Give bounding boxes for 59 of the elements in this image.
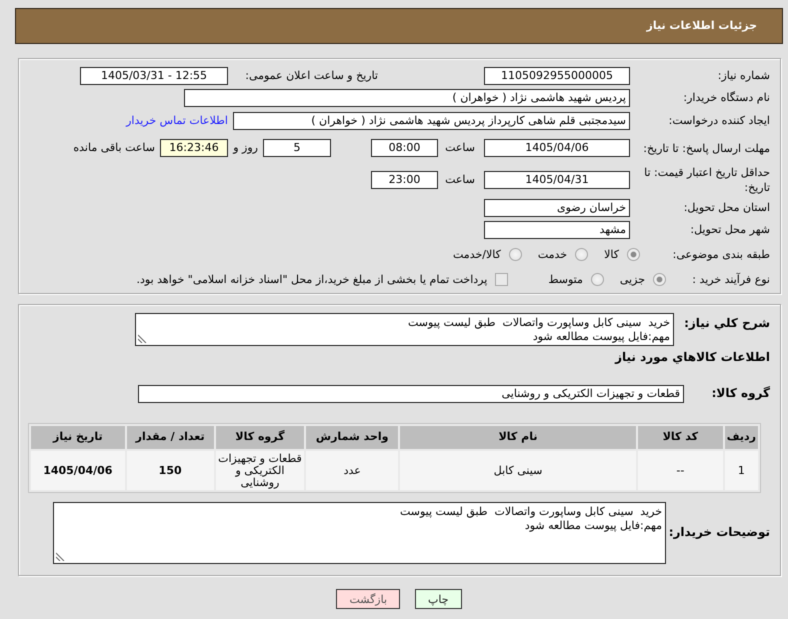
field-label: گروه کالا: xyxy=(710,386,770,402)
radio-label: خدمت xyxy=(538,248,568,262)
time-label: ساعت xyxy=(444,140,475,156)
section-title: اطلاعات كالاهاي مورد نياز xyxy=(615,349,770,365)
resize-grip-icon[interactable] xyxy=(56,552,65,561)
time-field[interactable]: 23:00 xyxy=(371,171,438,189)
table-cell: سینی کابل xyxy=(400,451,636,490)
field-label: شماره نیاز: xyxy=(716,68,770,84)
requester-field[interactable]: سیدمجتبی قلم شاهی کارپرداز پردیس شهید هاشمی نژاد ( خواهران ) xyxy=(233,112,630,130)
province-field[interactable]: خراسان رضوی xyxy=(484,199,630,217)
column-header: تاریخ نیاز xyxy=(31,426,125,449)
remaining-time-field[interactable]: 16:23:46 xyxy=(160,139,228,157)
table-cell: 1405/04/06 xyxy=(31,451,125,490)
table-cell: عدد xyxy=(306,451,398,490)
days-label: روز و xyxy=(232,140,258,156)
field-label: شرح کلي نياز: xyxy=(683,315,770,332)
table-cell: 1 xyxy=(724,451,758,490)
page-title: جزئیات اطلاعات نیاز xyxy=(646,18,757,34)
field-label: مهلت ارسال پاسخ: تا تاریخ: xyxy=(642,140,770,156)
goods-group-field[interactable]: قطعات و تجهیزات الکتریکی و روشنایی xyxy=(138,385,684,403)
announce-date-field[interactable]: 1405/03/31 - 12:55 xyxy=(80,67,228,85)
remaining-label: ساعت باقی مانده xyxy=(73,140,155,156)
field-label: تاریخ و ساعت اعلان عمومی: xyxy=(244,68,378,84)
buyer-notes-field[interactable]: خرید سینی کابل وساپورت واتصالات طبق لیست پیوست مهم:فایل پیوست مطالعه شود xyxy=(53,502,666,564)
print-button[interactable]: چاپ xyxy=(415,589,462,609)
field-label: نوع فرآیند خرید : xyxy=(691,272,770,288)
field-label: نام دستگاه خریدار: xyxy=(682,90,770,106)
back-button[interactable]: بازگشت xyxy=(336,589,400,609)
time-label: ساعت xyxy=(444,172,475,188)
field-label: شهر محل تحویل: xyxy=(689,222,770,238)
date-field[interactable]: 1405/04/31 xyxy=(484,171,630,189)
table-cell: -- xyxy=(638,451,723,490)
column-header: تعداد / مقدار xyxy=(126,426,214,449)
radio-label: جزیی xyxy=(620,272,645,288)
column-header: ردیف xyxy=(724,426,758,449)
field-label: ایجاد کننده درخواست: xyxy=(668,114,770,128)
field-label: توضیحات خریدار: xyxy=(668,525,770,541)
column-header: کد کالا xyxy=(638,426,723,449)
table-cell: قطعات و تجهیزات الکتریکی و روشنایی xyxy=(216,451,304,490)
column-header: نام کالا xyxy=(400,426,636,449)
checkbox-label: پرداخت تمام یا بخشی از مبلغ خرید،از محل "اسناد خزانه اسلامی" خواهد بود. xyxy=(136,272,488,288)
field-label: حداقل تاریخ اعتبار قیمت: تا تاریخ: xyxy=(643,165,770,195)
field-label: طبقه بندی موضوعی: xyxy=(672,248,770,262)
radio-label: کالا xyxy=(604,248,619,262)
field-label: استان محل تحویل: xyxy=(682,200,770,216)
resize-grip-icon[interactable] xyxy=(138,334,147,343)
city-field[interactable]: مشهد xyxy=(484,221,630,239)
column-header: واحد شمارش xyxy=(306,426,398,449)
days-field[interactable]: 5 xyxy=(263,139,331,157)
description-field[interactable]: خرید سینی کابل وساپورت واتصالات طبق لیست پیوست مهم:فایل پیوست مطالعه شود xyxy=(135,313,674,346)
date-field[interactable]: 1405/04/06 xyxy=(484,139,630,157)
radio-label: کالا/خدمت xyxy=(453,248,501,262)
buyer-name-field[interactable]: پردیس شهید هاشمی نژاد ( خواهران ) xyxy=(184,89,630,107)
buyer-contact-link[interactable]: اطلاعات تماس خریدار xyxy=(126,114,228,128)
column-header: گروه کالا xyxy=(216,426,304,449)
table-cell: 150 xyxy=(126,451,214,490)
need-number-field[interactable]: 1105092955000005 xyxy=(484,67,630,85)
time-field[interactable]: 08:00 xyxy=(371,139,438,157)
radio-label: متوسط xyxy=(548,272,583,288)
